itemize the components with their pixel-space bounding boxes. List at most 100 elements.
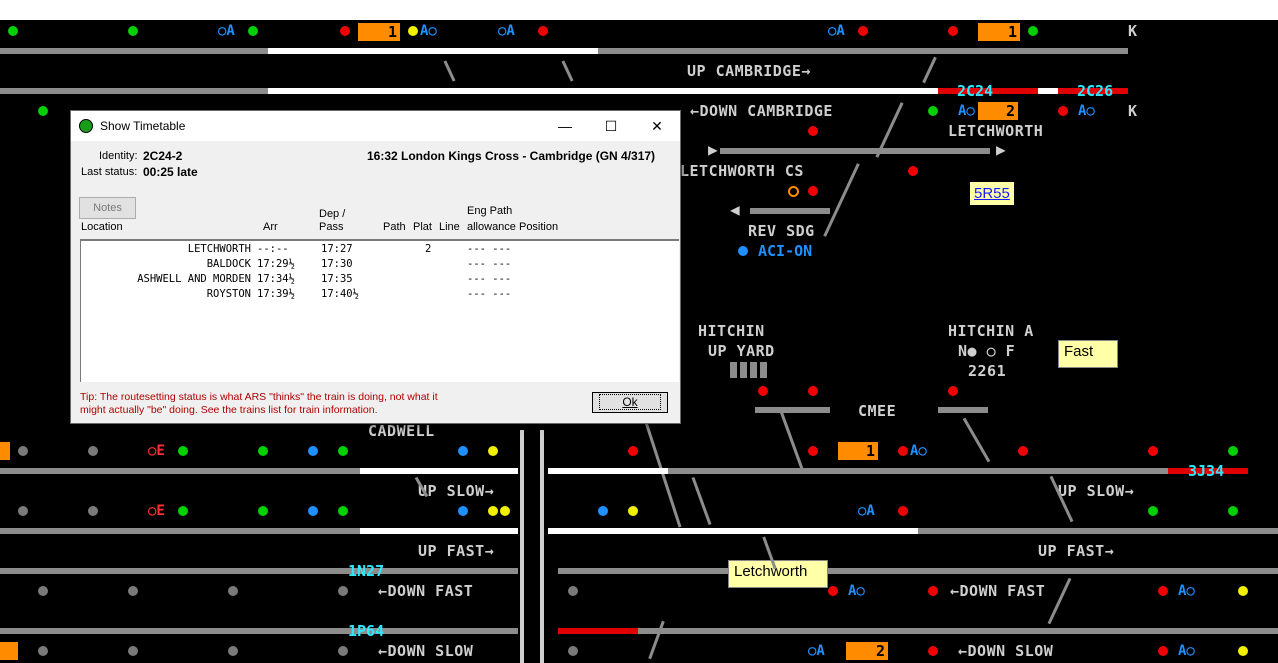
signal-red-icon[interactable] — [928, 586, 938, 596]
notes-button[interactable]: Notes — [79, 197, 136, 219]
signal-blue-icon[interactable] — [458, 506, 468, 516]
row-eng: --- --- — [467, 258, 512, 270]
signal-grey-icon[interactable] — [38, 646, 48, 656]
signal-red-icon[interactable] — [340, 26, 350, 36]
signal-green-icon[interactable] — [38, 106, 48, 116]
signal-blue-icon[interactable] — [308, 446, 318, 456]
signal-red-icon[interactable] — [758, 386, 768, 396]
signal-grey-icon[interactable] — [568, 646, 578, 656]
track-up-fast-route-right — [548, 528, 918, 534]
signal-yellow-icon[interactable] — [488, 506, 498, 516]
note-letchworth[interactable]: Letchworth — [728, 560, 828, 588]
track-down-slow-left — [0, 628, 518, 634]
signal-grey-icon[interactable] — [18, 506, 28, 516]
signal-grey-icon[interactable] — [228, 586, 238, 596]
signal-green-icon[interactable] — [1028, 26, 1038, 36]
signal-yellow-icon[interactable] — [1238, 586, 1248, 596]
signal-grey-icon[interactable] — [18, 446, 28, 456]
timetable-list[interactable]: LETCHWORTH --:-- 17:27 2 --- --- BALDOCK… — [80, 239, 679, 382]
signal-yellow-icon[interactable] — [500, 506, 510, 516]
berth-2-down-slow[interactable]: 2 — [846, 642, 888, 660]
signal-green-icon[interactable] — [248, 26, 258, 36]
tip-text: Tip: The routesetting status is what ARS… — [80, 391, 438, 416]
row-plat: 2 — [425, 243, 432, 255]
signal-grey-icon[interactable] — [338, 586, 348, 596]
signal-red-icon[interactable] — [808, 446, 818, 456]
berth-1-right[interactable]: 1 — [978, 23, 1020, 41]
signal-blue-icon[interactable] — [598, 506, 608, 516]
signal-green-icon[interactable] — [1228, 506, 1238, 516]
minimize-button[interactable]: — — [551, 115, 579, 137]
signal-green-icon[interactable] — [338, 446, 348, 456]
signal-grey-icon[interactable] — [228, 646, 238, 656]
track-up-fast-left — [0, 528, 360, 534]
train-id-1n27[interactable]: 1N27 — [348, 562, 384, 580]
dialog-titlebar[interactable]: Show Timetable — ☐ ✕ — [71, 111, 680, 141]
signal-red-icon[interactable] — [898, 446, 908, 456]
signal-green-icon[interactable] — [928, 106, 938, 116]
train-id-1p64[interactable]: 1P64 — [348, 622, 384, 640]
signal-orange-ring-icon[interactable] — [788, 186, 799, 197]
berth-2-letchworth[interactable]: 2 — [978, 102, 1018, 120]
signal-green-icon[interactable] — [338, 506, 348, 516]
signal-red-icon[interactable] — [828, 586, 838, 596]
signal-green-icon[interactable] — [1148, 506, 1158, 516]
show-timetable-dialog: Show Timetable — ☐ ✕ Identity: 2C24-2 La… — [70, 110, 681, 424]
signal-green-icon[interactable] — [258, 446, 268, 456]
signal-grey-icon[interactable] — [88, 446, 98, 456]
signal-red-icon[interactable] — [898, 506, 908, 516]
train-id-2c24[interactable]: 2C24 — [957, 82, 993, 100]
signal-red-icon[interactable] — [858, 26, 868, 36]
branch-letchworth-2 — [823, 163, 860, 237]
signal-grey-icon[interactable] — [568, 586, 578, 596]
signal-red-icon[interactable] — [928, 646, 938, 656]
signal-green-icon[interactable] — [8, 26, 18, 36]
label-down-fast-right: ←DOWN FAST — [950, 582, 1046, 600]
signal-mark-ao: A○ — [420, 23, 437, 39]
signal-red-icon[interactable] — [1018, 446, 1028, 456]
signal-grey-icon[interactable] — [38, 586, 48, 596]
crossover-2 — [561, 60, 574, 82]
berth-left-edge[interactable]: 3 — [0, 442, 10, 460]
note-fast[interactable]: Fast — [1058, 340, 1118, 368]
signal-red-icon[interactable] — [1058, 106, 1068, 116]
signal-green-icon[interactable] — [128, 26, 138, 36]
maximize-button[interactable]: ☐ — [597, 115, 625, 137]
signal-red-icon[interactable] — [1158, 646, 1168, 656]
signal-red-icon[interactable] — [808, 386, 818, 396]
berth-left-edge-2[interactable]: 3 — [0, 642, 18, 660]
signal-grey-icon[interactable] — [88, 506, 98, 516]
signal-green-icon[interactable] — [258, 506, 268, 516]
signal-green-icon[interactable] — [1228, 446, 1238, 456]
berth-1[interactable]: 1 — [358, 23, 400, 41]
signal-red-icon[interactable] — [538, 26, 548, 36]
train-id-3j34[interactable]: 3J34 — [1188, 462, 1224, 480]
signal-red-icon[interactable] — [1148, 446, 1158, 456]
signal-grey-icon[interactable] — [338, 646, 348, 656]
signal-blue-icon[interactable] — [458, 446, 468, 456]
berth-1-hitchin[interactable]: 1 — [838, 442, 878, 460]
signal-yellow-icon[interactable] — [628, 506, 638, 516]
signal-grey-icon[interactable] — [128, 646, 138, 656]
signal-yellow-icon[interactable] — [408, 26, 418, 36]
signal-red-icon[interactable] — [1158, 586, 1168, 596]
link-5r55[interactable]: 5R55 — [970, 182, 1014, 205]
signal-red-icon[interactable] — [948, 26, 958, 36]
signal-yellow-icon[interactable] — [488, 446, 498, 456]
signal-red-icon[interactable] — [628, 446, 638, 456]
signal-red-icon[interactable] — [948, 386, 958, 396]
close-button[interactable]: ✕ — [643, 115, 671, 137]
signal-green-icon[interactable] — [178, 506, 188, 516]
signal-yellow-icon[interactable] — [1238, 646, 1248, 656]
signal-red-icon[interactable] — [808, 186, 818, 196]
signal-red-icon[interactable] — [808, 126, 818, 136]
track-up-top-1 — [0, 48, 268, 54]
signal-grey-icon[interactable] — [128, 586, 138, 596]
row-location: BALDOCK — [206, 258, 251, 270]
ok-button[interactable]: Ok — [592, 392, 668, 413]
signal-green-icon[interactable] — [178, 446, 188, 456]
train-id-2c26[interactable]: 2C26 — [1077, 82, 1113, 100]
signal-red-icon[interactable] — [908, 166, 918, 176]
label-2261: 2261 — [968, 362, 1007, 380]
signal-blue-icon[interactable] — [308, 506, 318, 516]
